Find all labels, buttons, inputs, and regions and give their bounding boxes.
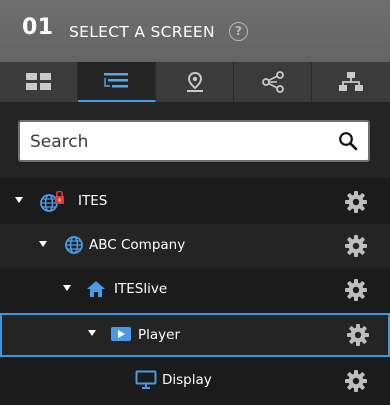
view-tabs	[0, 62, 390, 102]
tree-row-ites[interactable]: ITES	[0, 180, 390, 224]
home-icon	[87, 281, 105, 297]
tab-tree-view[interactable]	[78, 62, 156, 102]
player-icon	[111, 327, 131, 341]
grid-icon	[25, 73, 51, 90]
help-icon[interactable]: ?	[229, 22, 248, 41]
globe-lock-icon	[40, 191, 64, 212]
expand-caret-icon[interactable]	[88, 330, 96, 336]
org-chart-icon	[339, 72, 363, 91]
tree-item-label: ABC Company	[89, 237, 186, 253]
tree-row-display[interactable]: Display	[0, 359, 390, 405]
search-area	[0, 102, 390, 178]
tree-row-player[interactable]: Player	[0, 313, 390, 357]
header: 01 SELECT A SCREEN ?	[0, 0, 390, 62]
map-pin-icon	[186, 71, 203, 92]
search-input[interactable]	[28, 122, 332, 162]
step-number: 01	[22, 15, 54, 40]
tab-hierarchy-view[interactable]	[312, 62, 390, 102]
expand-caret-icon[interactable]	[15, 197, 23, 203]
gear-icon[interactable]	[344, 278, 368, 302]
tree-row-iteslive[interactable]: ITESlive	[0, 268, 390, 312]
globe-icon	[65, 236, 83, 254]
gear-icon[interactable]	[344, 190, 368, 214]
tree-item-label: ITESlive	[114, 281, 168, 297]
share-icon	[261, 71, 284, 93]
gear-icon[interactable]	[344, 369, 368, 393]
tree-row-abc-company[interactable]: ABC Company	[0, 224, 390, 268]
tree-list-icon	[103, 73, 128, 88]
tab-location-view[interactable]	[156, 62, 234, 102]
search-icon[interactable]	[338, 131, 358, 151]
monitor-icon	[135, 370, 157, 389]
gear-icon[interactable]	[344, 234, 368, 258]
gear-icon[interactable]	[346, 323, 370, 347]
tree-item-label: ITES	[78, 193, 108, 209]
tree-item-label: Player	[138, 327, 181, 343]
search-box[interactable]	[18, 120, 370, 162]
tab-grid-view[interactable]	[0, 62, 78, 102]
page-title: SELECT A SCREEN	[69, 23, 215, 41]
tab-share-view[interactable]	[234, 62, 312, 102]
expand-caret-icon[interactable]	[63, 285, 71, 291]
tree-item-label: Display	[162, 372, 212, 388]
expand-caret-icon[interactable]	[39, 241, 47, 247]
